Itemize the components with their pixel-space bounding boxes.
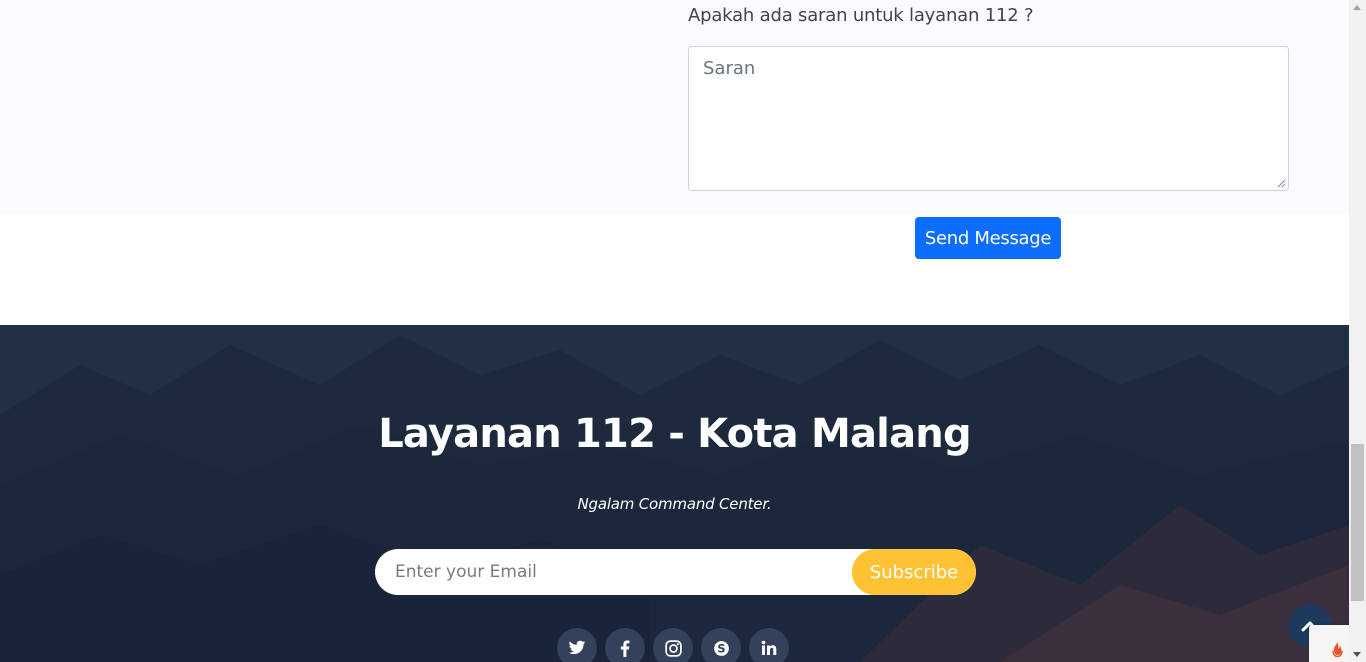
- mountain-background: [0, 325, 1349, 662]
- page-scrollbar[interactable]: [1349, 0, 1366, 662]
- recaptcha-badge[interactable]: [1309, 625, 1349, 662]
- page: Apakah ada saran untuk layanan 112 ? Sar…: [0, 0, 1349, 662]
- linkedin-link[interactable]: [749, 628, 789, 662]
- send-message-button[interactable]: Send Message: [915, 217, 1061, 259]
- svg-text:S: S: [717, 641, 725, 655]
- twitter-icon: [568, 640, 586, 655]
- scroll-down-arrow-icon[interactable]: [1353, 652, 1361, 657]
- linkedin-icon: [761, 640, 777, 655]
- facebook-icon: [620, 639, 630, 657]
- resize-handle-icon[interactable]: [1277, 179, 1286, 188]
- scrollbar-thumb[interactable]: [1351, 444, 1364, 601]
- footer: Layanan 112 - Kota Malang Ngalam Command…: [0, 325, 1349, 662]
- skype-link[interactable]: S: [701, 628, 741, 662]
- twitter-link[interactable]: [557, 628, 597, 662]
- footer-title: Layanan 112 - Kota Malang: [378, 411, 971, 457]
- subscribe-form: Enter your Email Subscribe: [375, 549, 976, 595]
- email-input[interactable]: Enter your Email: [395, 562, 537, 582]
- instagram-link[interactable]: [653, 628, 693, 662]
- suggestion-placeholder: Saran: [703, 58, 756, 79]
- facebook-link[interactable]: [605, 628, 645, 662]
- footer-subtitle: Ngalam Command Center.: [577, 495, 772, 513]
- suggestion-textarea[interactable]: Saran: [688, 46, 1289, 191]
- subscribe-button[interactable]: Subscribe: [852, 549, 976, 595]
- skype-icon: S: [713, 640, 729, 656]
- flame-icon: [1332, 641, 1343, 658]
- instagram-icon: [664, 639, 682, 657]
- suggestion-question-label: Apakah ada saran untuk layanan 112 ?: [688, 5, 1034, 26]
- scroll-up-arrow-icon[interactable]: [1353, 5, 1361, 10]
